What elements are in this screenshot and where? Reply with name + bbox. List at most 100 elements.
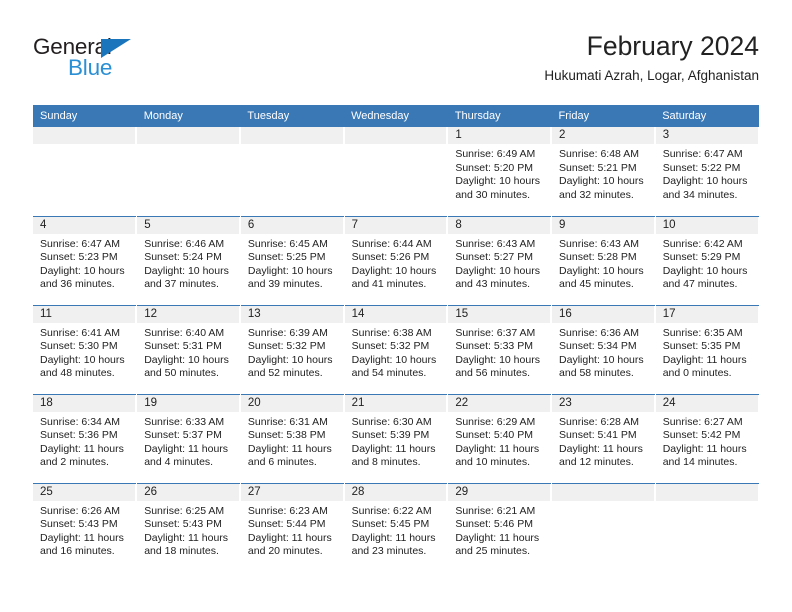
day-cell-inner: 11 Sunrise: 6:41 AM Sunset: 5:30 PM Dayligh…: [33, 305, 137, 394]
day-details: [137, 144, 240, 148]
day-cell-inner: 29 Sunrise: 6:21 AM Sunset: 5:46 PM Dayligh…: [448, 483, 552, 572]
day-number: 22: [448, 394, 552, 412]
day-cell-inner: 26 Sunrise: 6:25 AM Sunset: 5:43 PM Dayligh…: [137, 483, 240, 572]
daylight-text: Daylight: 11 hours and 0 minutes.: [662, 353, 747, 380]
day-number: 10: [655, 216, 759, 234]
day-cell-inner: 8 Sunrise: 6:43 AM Sunset: 5:27 PM Daylight…: [448, 216, 552, 305]
calendar-body: 1 Sunrise: 6:49 AM Sunset: 5:20 PM Daylight…: [33, 127, 759, 572]
calendar-day-cell[interactable]: 12 Sunrise: 6:40 AM Sunset: 5:31 PM Dayligh…: [136, 304, 241, 394]
sunset-text: Sunset: 5:32 PM: [351, 340, 430, 353]
calendar-day-cell[interactable]: 15 Sunrise: 6:37 AM Sunset: 5:33 PM Dayligh…: [447, 304, 553, 394]
sunrise-text: Sunrise: 6:39 AM: [247, 326, 328, 339]
day-details: [656, 501, 759, 505]
sunset-text: Sunset: 5:45 PM: [351, 518, 430, 531]
day-number: [344, 127, 448, 144]
calendar-day-cell[interactable]: 11 Sunrise: 6:41 AM Sunset: 5:30 PM Dayligh…: [33, 304, 138, 394]
calendar-day-cell[interactable]: 17 Sunrise: 6:35 AM Sunset: 5:35 PM Dayligh…: [655, 304, 759, 394]
day-cell-inner: 15 Sunrise: 6:37 AM Sunset: 5:33 PM Dayligh…: [448, 305, 552, 394]
calendar-day-cell[interactable]: 9 Sunrise: 6:43 AM Sunset: 5:28 PM Daylight…: [551, 215, 656, 305]
day-cell-inner: 6 Sunrise: 6:45 AM Sunset: 5:25 PM Daylight…: [240, 216, 344, 305]
calendar-day-cell[interactable]: 19 Sunrise: 6:33 AM Sunset: 5:37 PM Dayligh…: [136, 393, 241, 483]
day-number: 24: [655, 394, 759, 412]
sunset-text: Sunset: 5:46 PM: [455, 518, 533, 531]
sunrise-text: Sunrise: 6:23 AM: [247, 504, 328, 517]
day-details: Sunrise: 6:39 AM Sunset: 5:32 PM Daylight:…: [241, 323, 344, 381]
daylight-text: Daylight: 11 hours and 18 minutes.: [144, 531, 229, 558]
sunset-text: Sunset: 5:32 PM: [247, 340, 326, 353]
day-details: Sunrise: 6:27 AM Sunset: 5:42 PM Daylight:…: [656, 412, 759, 470]
day-number: 9: [552, 216, 655, 234]
day-details: Sunrise: 6:40 AM Sunset: 5:31 PM Daylight:…: [137, 323, 240, 381]
day-number: 2: [552, 127, 655, 144]
sunset-text: Sunset: 5:20 PM: [455, 161, 533, 174]
calendar-day-cell[interactable]: 21 Sunrise: 6:30 AM Sunset: 5:39 PM Dayligh…: [344, 393, 449, 483]
calendar-day-cell[interactable]: 14 Sunrise: 6:38 AM Sunset: 5:32 PM Dayligh…: [344, 304, 449, 394]
calendar-day-cell[interactable]: 10 Sunrise: 6:42 AM Sunset: 5:29 PM Dayligh…: [655, 215, 759, 305]
day-details: Sunrise: 6:49 AM Sunset: 5:20 PM Daylight:…: [448, 144, 551, 202]
daylight-text: Daylight: 10 hours and 47 minutes.: [662, 264, 748, 291]
day-details: Sunrise: 6:43 AM Sunset: 5:27 PM Daylight:…: [448, 234, 551, 292]
calendar-day-cell[interactable]: 23 Sunrise: 6:28 AM Sunset: 5:41 PM Dayligh…: [551, 393, 656, 483]
day-details: Sunrise: 6:47 AM Sunset: 5:22 PM Daylight:…: [656, 144, 759, 202]
daylight-text: Daylight: 10 hours and 30 minutes.: [455, 175, 540, 201]
day-number: 15: [448, 305, 552, 323]
sunrise-text: Sunrise: 6:22 AM: [351, 504, 432, 517]
day-cell-inner: 18 Sunrise: 6:34 AM Sunset: 5:36 PM Dayligh…: [33, 394, 137, 483]
calendar-page: General Blue February 2024 Hukumati Azra…: [0, 0, 792, 612]
sunset-text: Sunset: 5:26 PM: [351, 251, 430, 264]
day-details: Sunrise: 6:25 AM Sunset: 5:43 PM Daylight:…: [137, 501, 240, 559]
calendar-day-cell[interactable]: 16 Sunrise: 6:36 AM Sunset: 5:34 PM Dayligh…: [551, 304, 656, 394]
calendar-day-cell[interactable]: 8 Sunrise: 6:43 AM Sunset: 5:27 PM Daylight…: [447, 215, 553, 305]
sunset-text: Sunset: 5:35 PM: [662, 340, 741, 353]
sunset-text: Sunset: 5:34 PM: [559, 340, 637, 353]
sunset-text: Sunset: 5:31 PM: [144, 340, 222, 353]
calendar-day-cell[interactable]: 29 Sunrise: 6:21 AM Sunset: 5:46 PM Dayligh…: [447, 482, 553, 572]
sunrise-text: Sunrise: 6:43 AM: [455, 237, 536, 250]
day-details: [241, 144, 344, 148]
sunrise-text: Sunrise: 6:45 AM: [247, 237, 328, 250]
calendar-day-cell[interactable]: 6 Sunrise: 6:45 AM Sunset: 5:25 PM Daylight…: [240, 215, 345, 305]
calendar-day-cell[interactable]: 7 Sunrise: 6:44 AM Sunset: 5:26 PM Daylight…: [344, 215, 449, 305]
day-details: Sunrise: 6:37 AM Sunset: 5:33 PM Daylight:…: [448, 323, 551, 381]
calendar-day-cell[interactable]: 1 Sunrise: 6:49 AM Sunset: 5:20 PM Daylight…: [447, 127, 553, 216]
day-number: 28: [344, 483, 448, 501]
daylight-text: Daylight: 10 hours and 43 minutes.: [455, 264, 540, 291]
calendar-day-cell[interactable]: 27 Sunrise: 6:23 AM Sunset: 5:44 PM Dayligh…: [240, 482, 345, 572]
day-cell-inner: 20 Sunrise: 6:31 AM Sunset: 5:38 PM Dayligh…: [240, 394, 344, 483]
day-details: Sunrise: 6:46 AM Sunset: 5:24 PM Daylight:…: [137, 234, 240, 292]
calendar-day-cell[interactable]: 3 Sunrise: 6:47 AM Sunset: 5:22 PM Daylight…: [655, 127, 759, 216]
day-cell-inner: 19 Sunrise: 6:33 AM Sunset: 5:37 PM Dayligh…: [137, 394, 240, 483]
daylight-text: Daylight: 11 hours and 14 minutes.: [662, 442, 747, 469]
sunset-text: Sunset: 5:43 PM: [40, 518, 118, 531]
daylight-text: Daylight: 10 hours and 54 minutes.: [351, 353, 437, 380]
day-details: Sunrise: 6:35 AM Sunset: 5:35 PM Daylight:…: [656, 323, 759, 381]
calendar-day-cell[interactable]: 18 Sunrise: 6:34 AM Sunset: 5:36 PM Dayligh…: [33, 393, 138, 483]
day-cell-inner: 5 Sunrise: 6:46 AM Sunset: 5:24 PM Daylight…: [137, 216, 240, 305]
daylight-text: Daylight: 10 hours and 52 minutes.: [247, 353, 333, 380]
sunset-text: Sunset: 5:21 PM: [559, 161, 637, 174]
calendar-day-cell[interactable]: 13 Sunrise: 6:39 AM Sunset: 5:32 PM Dayligh…: [240, 304, 345, 394]
day-cell-inner: 4 Sunrise: 6:47 AM Sunset: 5:23 PM Daylight…: [33, 216, 137, 305]
day-cell-inner: [344, 127, 448, 216]
daylight-text: Daylight: 10 hours and 56 minutes.: [455, 353, 540, 380]
sunset-text: Sunset: 5:23 PM: [40, 251, 118, 264]
calendar-day-cell[interactable]: 24 Sunrise: 6:27 AM Sunset: 5:42 PM Dayligh…: [655, 393, 759, 483]
day-number: 16: [552, 305, 655, 323]
daylight-text: Daylight: 10 hours and 36 minutes.: [40, 264, 125, 291]
calendar-week-row: 25 Sunrise: 6:26 AM Sunset: 5:43 PM Dayligh…: [33, 482, 759, 572]
calendar-day-cell[interactable]: 5 Sunrise: 6:46 AM Sunset: 5:24 PM Daylight…: [136, 215, 241, 305]
calendar-day-cell[interactable]: 4 Sunrise: 6:47 AM Sunset: 5:23 PM Daylight…: [33, 215, 138, 305]
calendar-empty-cell: [344, 127, 449, 216]
sunrise-text: Sunrise: 6:34 AM: [40, 415, 120, 428]
calendar-day-cell[interactable]: 2 Sunrise: 6:48 AM Sunset: 5:21 PM Daylight…: [551, 127, 656, 216]
calendar-day-cell[interactable]: 22 Sunrise: 6:29 AM Sunset: 5:40 PM Dayligh…: [447, 393, 553, 483]
calendar-day-cell[interactable]: 26 Sunrise: 6:25 AM Sunset: 5:43 PM Dayligh…: [136, 482, 241, 572]
calendar-day-cell[interactable]: 20 Sunrise: 6:31 AM Sunset: 5:38 PM Dayligh…: [240, 393, 345, 483]
day-number: 25: [33, 483, 137, 501]
day-number: 6: [240, 216, 344, 234]
calendar-day-cell[interactable]: 25 Sunrise: 6:26 AM Sunset: 5:43 PM Dayligh…: [33, 482, 138, 572]
daylight-text: Daylight: 10 hours and 45 minutes.: [559, 264, 644, 291]
weekday-header-friday: Friday: [551, 105, 656, 127]
daylight-text: Daylight: 11 hours and 6 minutes.: [247, 442, 332, 469]
calendar-day-cell[interactable]: 28 Sunrise: 6:22 AM Sunset: 5:45 PM Dayligh…: [344, 482, 449, 572]
